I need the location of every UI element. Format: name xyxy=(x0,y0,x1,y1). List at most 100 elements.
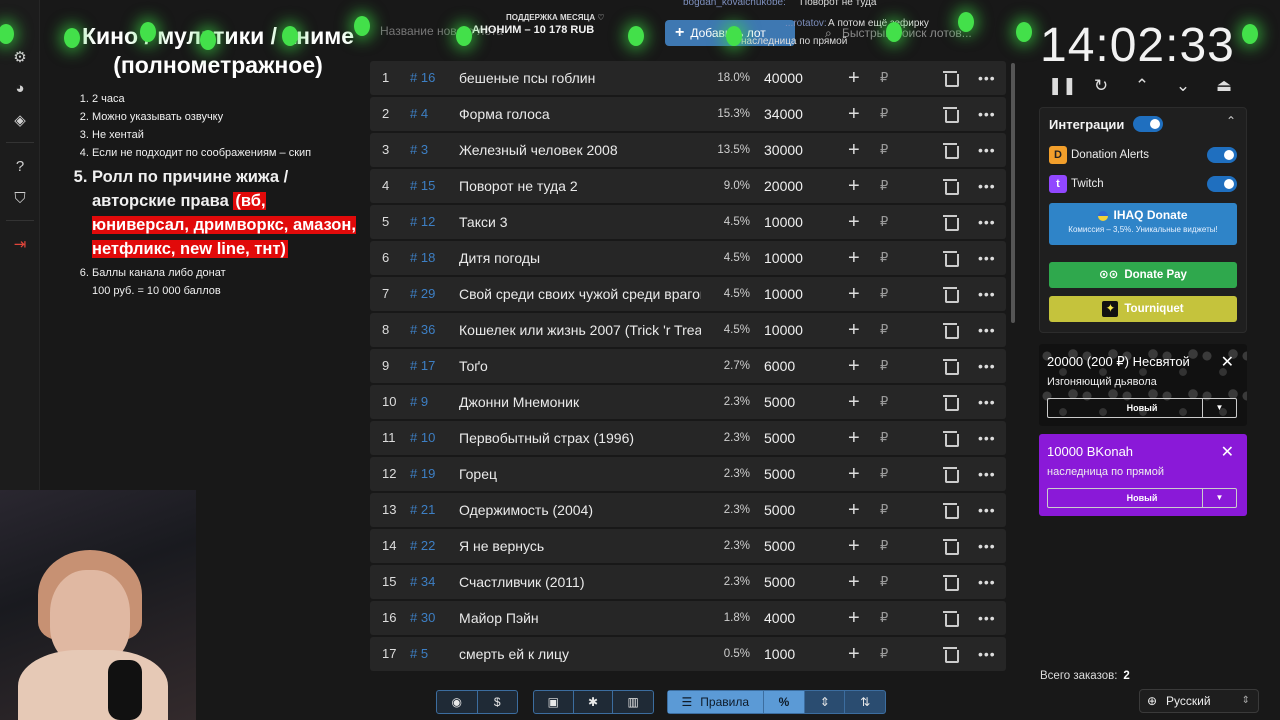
ruble-icon[interactable]: ₽ xyxy=(880,493,888,527)
lot-row[interactable]: 17 # 5 смерть ей к лицу 0.5% 1000 + ₽ ••• xyxy=(370,637,1006,671)
sort-icon[interactable]: ⇅ xyxy=(845,691,885,713)
logout-icon[interactable]: ⇥ xyxy=(10,234,30,254)
lot-row[interactable]: 8 # 36 Кошелек или жизнь 2007 (Trick 'r Tr… xyxy=(370,313,1006,347)
add-amount-icon[interactable]: + xyxy=(848,61,860,95)
lot-row[interactable]: 3 # 3 Железный человек 2008 13.5% 30000 + ₽ ••• xyxy=(370,133,1006,167)
shield-icon[interactable]: ⛉ xyxy=(10,188,30,208)
more-options-icon[interactable]: ••• xyxy=(978,169,996,203)
lot-id-link[interactable]: # 15 xyxy=(410,169,435,203)
lot-row[interactable]: 16 # 30 Майор Пэйн 1.8% 4000 + ₽ ••• xyxy=(370,601,1006,635)
add-amount-icon[interactable]: + xyxy=(848,601,860,635)
lot-amount[interactable]: 4000 xyxy=(764,601,795,635)
lot-id-link[interactable]: # 19 xyxy=(410,457,435,491)
bug-icon[interactable]: ✱ xyxy=(574,691,614,713)
lot-row[interactable]: 13 # 21 Одержимость (2004) 2.3% 5000 + ₽ ••• xyxy=(370,493,1006,527)
lot-title[interactable]: Форма голоса xyxy=(459,97,701,131)
lot-amount[interactable]: 5000 xyxy=(764,529,795,563)
lot-amount[interactable]: 1000 xyxy=(764,637,795,671)
ruble-icon[interactable]: ₽ xyxy=(880,565,888,599)
compress-icon[interactable]: ⇕ xyxy=(805,691,846,713)
settings-icon[interactable]: ⚙ xyxy=(10,47,30,67)
lot-amount[interactable]: 10000 xyxy=(764,205,803,239)
lot-id-link[interactable]: # 29 xyxy=(410,277,435,311)
add-amount-icon[interactable]: + xyxy=(848,169,860,203)
lot-title[interactable]: Поворот не туда 2 xyxy=(459,169,701,203)
more-options-icon[interactable]: ••• xyxy=(978,349,996,383)
lot-id-link[interactable]: # 4 xyxy=(410,97,428,131)
add-amount-icon[interactable]: + xyxy=(848,349,860,383)
lot-title[interactable]: Дитя погоды xyxy=(459,241,701,275)
chevron-down-icon[interactable]: ⌄ xyxy=(1171,76,1195,96)
add-amount-icon[interactable]: + xyxy=(848,637,860,671)
ruble-icon[interactable]: ₽ xyxy=(880,637,888,671)
lot-id-link[interactable]: # 22 xyxy=(410,529,435,563)
lot-id-link[interactable]: # 12 xyxy=(410,205,435,239)
add-amount-icon[interactable]: + xyxy=(848,421,860,455)
more-options-icon[interactable]: ••• xyxy=(978,457,996,491)
lot-amount[interactable]: 6000 xyxy=(764,349,795,383)
lot-row[interactable]: 10 # 9 Джонни Мнемоник 2.3% 5000 + ₽ ••• xyxy=(370,385,1006,419)
add-amount-icon[interactable]: + xyxy=(848,385,860,419)
language-select[interactable]: ⊕ Русский ⇕ xyxy=(1139,689,1259,713)
github-icon[interactable]: ◉ xyxy=(437,691,478,713)
more-options-icon[interactable]: ••• xyxy=(978,97,996,131)
lot-amount[interactable]: 5000 xyxy=(764,493,795,527)
ruble-icon[interactable]: ₽ xyxy=(880,97,888,131)
pause-icon[interactable]: ❚❚ xyxy=(1048,76,1077,96)
lot-row[interactable]: 7 # 29 Свой среди своих чужой среди врагов… xyxy=(370,277,1006,311)
lot-amount[interactable]: 20000 xyxy=(764,169,803,203)
lot-amount[interactable]: 10000 xyxy=(764,241,803,275)
add-amount-icon[interactable]: + xyxy=(848,241,860,275)
lot-row[interactable]: 9 # 17 Тоґо 2.7% 6000 + ₽ ••• xyxy=(370,349,1006,383)
ruble-icon[interactable]: ₽ xyxy=(880,277,888,311)
donation-alerts-toggle[interactable] xyxy=(1207,147,1237,163)
add-amount-icon[interactable]: + xyxy=(848,565,860,599)
tourniquet-button[interactable]: ✦ Tourniquet xyxy=(1049,296,1237,322)
lot-amount[interactable]: 5000 xyxy=(764,421,795,455)
lot-row[interactable]: 15 # 34 Счастливчик (2011) 2.3% 5000 + ₽ ••• xyxy=(370,565,1006,599)
lot-id-link[interactable]: # 34 xyxy=(410,565,435,599)
close-icon[interactable]: ✕ xyxy=(1221,442,1234,462)
ruble-icon[interactable]: ₽ xyxy=(880,421,888,455)
lot-title[interactable]: Я не вернусь xyxy=(459,529,701,563)
lot-title[interactable]: смерть ей к лицу xyxy=(459,637,701,671)
more-options-icon[interactable]: ••• xyxy=(978,385,996,419)
lot-title[interactable]: Счастливчик (2011) xyxy=(459,565,701,599)
ruble-icon[interactable]: ₽ xyxy=(880,529,888,563)
save-icon[interactable]: ▣ xyxy=(534,691,574,713)
lot-id-link[interactable]: # 3 xyxy=(410,133,428,167)
add-amount-icon[interactable]: + xyxy=(848,97,860,131)
ruble-icon[interactable]: ₽ xyxy=(880,241,888,275)
lot-amount[interactable]: 10000 xyxy=(764,313,803,347)
help-icon[interactable]: ? xyxy=(10,156,30,176)
more-options-icon[interactable]: ••• xyxy=(978,493,996,527)
more-options-icon[interactable]: ••• xyxy=(978,133,996,167)
lot-id-link[interactable]: # 17 xyxy=(410,349,435,383)
twitch-toggle[interactable] xyxy=(1207,176,1237,192)
close-icon[interactable]: ✕ xyxy=(1221,352,1234,372)
ruble-icon[interactable]: ₽ xyxy=(880,349,888,383)
lot-title[interactable]: Джонни Мнемоник xyxy=(459,385,701,419)
lot-title[interactable]: Кошелек или жизнь 2007 (Trick 'r Treat) xyxy=(459,313,701,347)
ruble-icon[interactable]: ₽ xyxy=(880,169,888,203)
lot-id-link[interactable]: # 9 xyxy=(410,385,428,419)
more-options-icon[interactable]: ••• xyxy=(978,565,996,599)
pie-chart-icon[interactable]: ◕ xyxy=(10,78,30,98)
add-amount-icon[interactable]: + xyxy=(848,313,860,347)
lot-id-link[interactable]: # 16 xyxy=(410,61,435,95)
lot-title[interactable]: Горец xyxy=(459,457,701,491)
layers-icon[interactable]: ◈ xyxy=(10,110,30,130)
lot-id-link[interactable]: # 18 xyxy=(410,241,435,275)
add-amount-icon[interactable]: + xyxy=(848,493,860,527)
more-options-icon[interactable]: ••• xyxy=(978,637,996,671)
lot-amount[interactable]: 5000 xyxy=(764,385,795,419)
ihaq-donate-button[interactable]: IHAQ Donate Комиссия – 3,5%. Уникальные … xyxy=(1049,203,1237,245)
percent-button[interactable]: % xyxy=(763,691,806,713)
more-options-icon[interactable]: ••• xyxy=(978,277,996,311)
integrations-toggle[interactable] xyxy=(1133,116,1163,132)
donation-status-select[interactable]: Новый ▼ xyxy=(1047,488,1237,508)
add-amount-icon[interactable]: + xyxy=(848,277,860,311)
lot-row[interactable]: 4 # 15 Поворот не туда 2 9.0% 20000 + ₽ ••• xyxy=(370,169,1006,203)
reset-icon[interactable]: ↻ xyxy=(1089,76,1113,96)
lot-title[interactable]: Свой среди своих чужой среди врагов xyxy=(459,277,701,311)
